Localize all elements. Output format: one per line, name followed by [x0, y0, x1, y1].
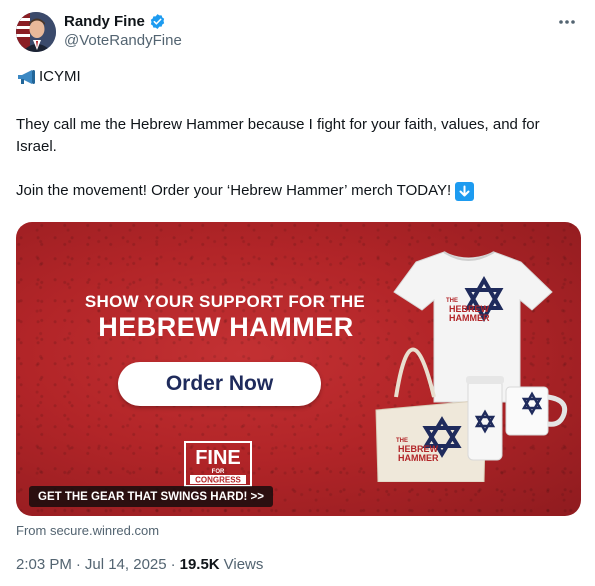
avatar[interactable] [16, 12, 56, 52]
verified-badge-icon[interactable] [149, 13, 166, 30]
tweet-time[interactable]: 2:03 PM [16, 556, 72, 573]
tweet-text: ICYMI They call me the Hebrew Hammer bec… [16, 66, 581, 202]
gear-cta-banner[interactable]: GET THE GEAR THAT SWINGS HARD! >> [29, 486, 273, 507]
tumbler-image [466, 376, 504, 461]
tweet-paragraph-cta: Join the movement! Order your ‘Hebrew Ha… [16, 182, 452, 199]
author-name[interactable]: Randy Fine [64, 13, 145, 30]
tweet-date[interactable]: Jul 14, 2025 [85, 556, 167, 573]
tweet-line-icymi: ICYMI [39, 68, 81, 85]
meta-separator: · [170, 556, 176, 573]
logo-sub-text: FOR [212, 469, 225, 475]
link-card[interactable]: SHOW YOUR SUPPORT FOR THE HEBREW HAMMER … [16, 222, 581, 516]
order-now-button[interactable]: Order Now [118, 362, 321, 406]
meta-separator: · [75, 556, 81, 573]
card-headline-large: HEBREW HAMMER [98, 312, 354, 342]
link-source[interactable]: From secure.winred.com [16, 523, 159, 538]
megaphone-icon [16, 68, 38, 86]
shirt-text-hammer: HAMMER [449, 313, 490, 323]
mug-image [505, 386, 568, 436]
fine-for-congress-logo: FINE FOR CONGRESS [184, 441, 252, 487]
merch-products-image: THE HEBREW HAMMER THE HEBREW HAMMER [375, 251, 568, 482]
more-horizontal-icon[interactable] [555, 10, 579, 34]
logo-main-text: FINE [195, 447, 241, 469]
tweet-paragraph: They call me the Hebrew Hammer because I… [16, 116, 540, 155]
views-label: Views [223, 556, 264, 573]
author-block: Randy Fine @VoteRandyFine [64, 11, 182, 50]
tote-text-hammer: HAMMER [398, 453, 439, 463]
down-arrow-icon [455, 181, 475, 201]
tweet-meta: 2:03 PM · Jul 14, 2025 · 19.5K Views [16, 556, 263, 573]
card-headline-small: SHOW YOUR SUPPORT FOR THE [84, 292, 366, 311]
views-count[interactable]: 19.5K [180, 556, 220, 573]
tweet-header: Randy Fine @VoteRandyFine [16, 10, 581, 52]
author-handle[interactable]: @VoteRandyFine [64, 32, 182, 49]
logo-congress-text: CONGRESS [195, 476, 241, 485]
